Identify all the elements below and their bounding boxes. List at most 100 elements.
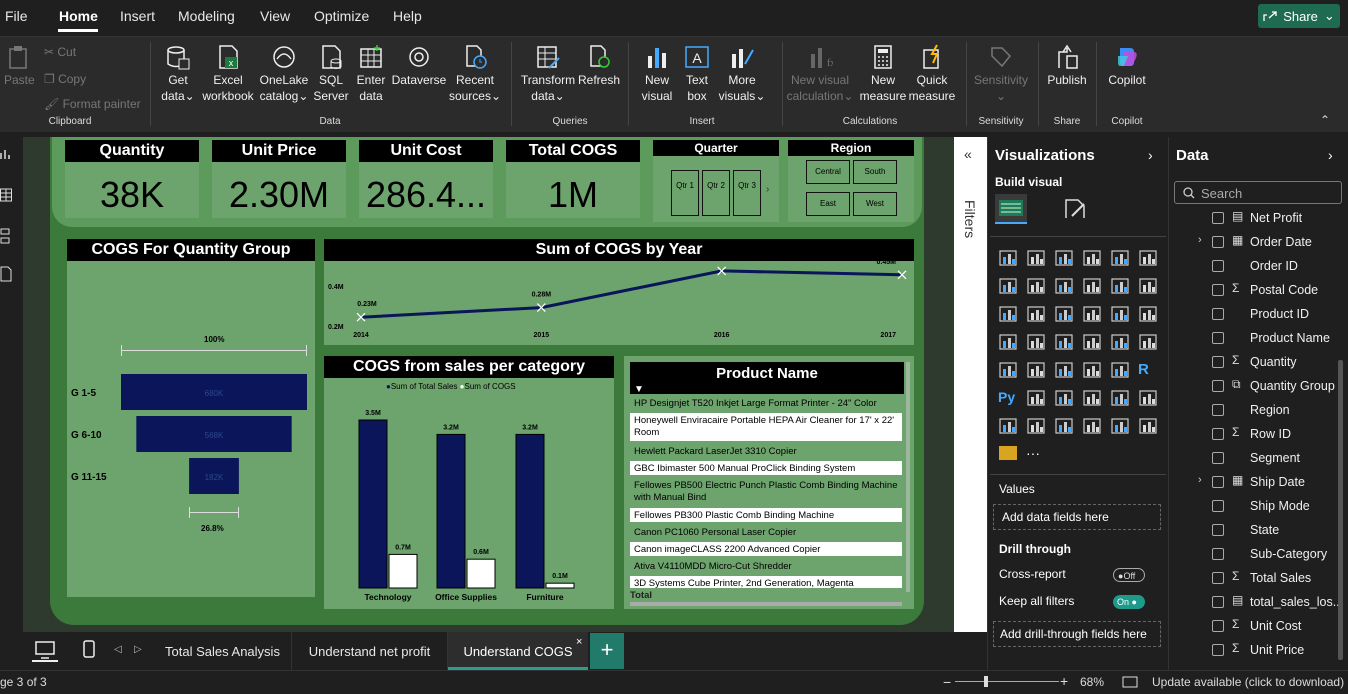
data-field-item[interactable]: Segment [1250, 446, 1338, 470]
line-stacked-column-icon[interactable] [1138, 277, 1158, 295]
keep-all-filters-toggle[interactable]: On ● [1113, 595, 1145, 609]
sensitivity-button[interactable]: Sensitivity ⌄ [970, 44, 1032, 104]
field-checkbox[interactable] [1212, 380, 1224, 392]
data-field-item[interactable]: Row ID [1250, 422, 1338, 446]
python-icon[interactable]: Py [998, 389, 1018, 407]
metrics-icon[interactable] [1082, 417, 1102, 435]
r-visual-icon[interactable]: R [1138, 361, 1158, 379]
menu-optimize[interactable]: Optimize [314, 8, 369, 24]
stacked-bar-icon[interactable] [998, 249, 1018, 267]
field-checkbox[interactable] [1212, 572, 1224, 584]
table-scrollbar-v[interactable] [906, 362, 910, 592]
table-scrollbar-h[interactable] [630, 602, 902, 606]
table-row[interactable]: 3D Systems Cube Printer, 2nd Generation,… [630, 576, 902, 588]
data-field-item[interactable]: Postal Code [1250, 278, 1338, 302]
slicer-item-south[interactable]: South [853, 160, 897, 184]
donut-icon[interactable] [1138, 305, 1158, 323]
table-row[interactable]: Fellowes PB500 Electric Punch Plastic Co… [630, 478, 902, 506]
stacked-area-icon[interactable] [1054, 277, 1074, 295]
dax-view-icon[interactable] [0, 266, 12, 282]
line-chart-icon[interactable] [998, 277, 1018, 295]
field-checkbox[interactable] [1212, 644, 1224, 656]
menu-help[interactable]: Help [393, 8, 422, 24]
field-checkbox[interactable] [1212, 260, 1224, 272]
slicer-item-east[interactable]: East [806, 192, 850, 216]
enter-data-button[interactable]: Enter data [352, 44, 390, 104]
data-field-item[interactable]: State [1250, 518, 1338, 542]
data-field-item[interactable]: Quantity [1250, 350, 1338, 374]
copilot-button[interactable]: Copilot [1102, 44, 1152, 88]
table-row[interactable]: GBC Ibimaster 500 Manual ProClick Bindin… [630, 461, 902, 475]
field-checkbox[interactable] [1212, 428, 1224, 440]
menu-view[interactable]: View [260, 8, 290, 24]
slicer-item-qtr3[interactable]: Qtr 3 [733, 170, 761, 216]
paginated-icon[interactable] [998, 417, 1018, 435]
format-visual-icon[interactable] [1062, 196, 1090, 222]
card-total-cogs[interactable]: Total COGS 1M [506, 140, 640, 218]
table-view-icon[interactable] [0, 188, 12, 202]
100pct-column-icon[interactable] [1138, 249, 1158, 267]
card-quantity[interactable]: Quantity 38K [65, 140, 199, 218]
ribbon-chart-icon[interactable] [998, 305, 1018, 323]
clustered-bar-icon[interactable] [1054, 249, 1074, 267]
table-row[interactable]: Canon PC1060 Personal Laser Copier [630, 525, 902, 539]
tab-scroll-left-icon[interactable]: ◁ [114, 644, 122, 655]
key-influencers-icon[interactable] [1026, 389, 1046, 407]
table-icon[interactable] [1082, 361, 1102, 379]
kpi-icon[interactable] [1026, 361, 1046, 379]
filled-map-icon[interactable] [1054, 333, 1074, 351]
expand-chevron-icon[interactable]: › [1198, 474, 1202, 486]
chevron-left-icon[interactable]: « [964, 146, 972, 162]
transform-data-button[interactable]: Transform data⌄ [519, 44, 577, 104]
field-checkbox[interactable] [1212, 596, 1224, 608]
table-header[interactable]: Product Name ▼ [630, 362, 904, 395]
data-field-item[interactable]: Total Sales [1250, 566, 1338, 590]
slicer-icon[interactable] [1054, 361, 1074, 379]
data-field-item[interactable]: Product ID [1250, 302, 1338, 326]
card-icon[interactable] [998, 361, 1018, 379]
copy-button[interactable]: ❐ Copy [44, 72, 86, 86]
more-visuals-icon[interactable]: ··· [1026, 445, 1046, 463]
excel-workbook-button[interactable]: x Excel workbook [200, 44, 256, 104]
chevron-right-icon[interactable]: › [1148, 147, 1153, 163]
data-field-item[interactable]: Unit Price [1250, 638, 1338, 662]
data-pane-scrollbar[interactable] [1338, 360, 1343, 660]
area-chart-icon[interactable] [1026, 277, 1046, 295]
zoom-slider-track[interactable] [955, 681, 1059, 682]
close-tab-icon[interactable]: × [576, 636, 582, 648]
stacked-column-icon[interactable] [1026, 249, 1046, 267]
data-field-item[interactable]: Unit Cost [1250, 614, 1338, 638]
card-unit-price[interactable]: Unit Price 2.30M [212, 140, 346, 218]
slicer-item-west[interactable]: West [853, 192, 897, 216]
new-visual-calculation-button[interactable]: fx New visual calculation⌄ [786, 44, 854, 104]
100pct-bar-icon[interactable] [1110, 249, 1130, 267]
text-box-button[interactable]: A Text box [680, 44, 714, 104]
qa-icon[interactable] [1082, 389, 1102, 407]
paste-button[interactable]: Paste [4, 44, 35, 88]
table-row[interactable]: Ativa V4110MDD Micro-Cut Shredder [630, 559, 902, 573]
mobile-layout-icon[interactable] [82, 640, 96, 660]
table-row[interactable]: Fellowes PB300 Plastic Comb Binding Mach… [630, 508, 902, 522]
share-button[interactable]: Share ⌄ [1258, 4, 1340, 28]
data-field-item[interactable]: Order Date [1250, 230, 1338, 254]
azure-map-icon[interactable] [1082, 333, 1102, 351]
table-row[interactable]: Canon imageCLASS 2200 Advanced Copier [630, 542, 902, 556]
model-view-icon[interactable] [0, 228, 12, 244]
scatter-icon[interactable] [1082, 305, 1102, 323]
report-view-icon[interactable] [0, 148, 12, 160]
expand-chevron-icon[interactable]: › [1198, 234, 1202, 246]
arcgis-icon[interactable] [1110, 333, 1130, 351]
data-field-item[interactable]: Region [1250, 398, 1338, 422]
data-field-item[interactable]: Quantity Group [1250, 374, 1338, 398]
sql-server-button[interactable]: SQL Server [313, 44, 349, 104]
field-checkbox[interactable] [1212, 332, 1224, 344]
field-checkbox[interactable] [1212, 236, 1224, 248]
field-checkbox[interactable] [1212, 452, 1224, 464]
zoom-in-icon[interactable]: + [1060, 673, 1068, 689]
power-automate-icon[interactable] [1054, 417, 1074, 435]
quick-measure-button[interactable]: Quick measure [908, 44, 956, 104]
tab-total-sales-analysis[interactable]: Total Sales Analysis [154, 632, 292, 670]
field-checkbox[interactable] [1212, 308, 1224, 320]
slicer-item-qtr2[interactable]: Qtr 2 [702, 170, 730, 216]
table-row[interactable]: Honeywell Enviracaire Portable HEPA Air … [630, 413, 902, 441]
